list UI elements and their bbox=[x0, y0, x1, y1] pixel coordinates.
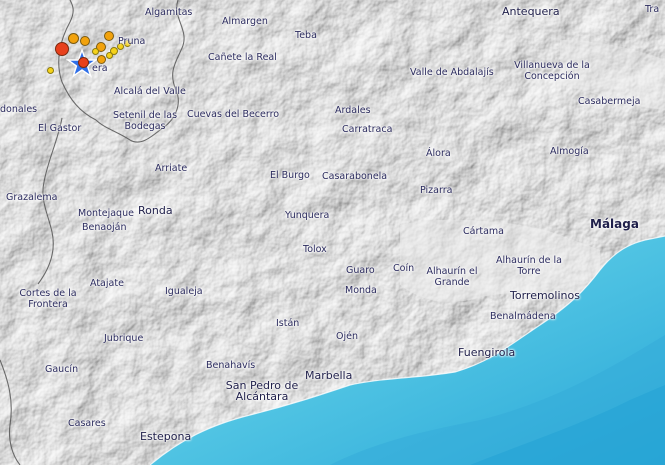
place-label[interactable]: Villanueva de la Concepción bbox=[512, 60, 592, 82]
place-label[interactable]: Igualeja bbox=[165, 286, 203, 297]
place-label[interactable]: Arriate bbox=[155, 163, 187, 174]
place-label[interactable]: Gaucín bbox=[45, 364, 78, 375]
place-label[interactable]: Istán bbox=[276, 318, 299, 329]
place-label[interactable]: Torremolinos bbox=[510, 290, 580, 301]
place-label[interactable]: era bbox=[92, 63, 108, 74]
place-label[interactable]: Alhaurín de la Torre bbox=[493, 255, 565, 277]
place-label[interactable]: Cártama bbox=[463, 226, 504, 237]
quake-marker-medium[interactable] bbox=[104, 31, 114, 41]
place-label[interactable]: Casarabonela bbox=[322, 171, 387, 182]
place-label[interactable]: Tra bbox=[645, 4, 659, 15]
place-label[interactable]: El Gastor bbox=[38, 123, 81, 134]
place-label[interactable]: Pizarra bbox=[420, 185, 452, 196]
quake-marker-small[interactable] bbox=[47, 67, 54, 74]
place-label[interactable]: Guaro bbox=[346, 265, 375, 276]
place-label[interactable]: Setenil de las Bodegas bbox=[112, 110, 178, 132]
quake-marker-small[interactable] bbox=[92, 48, 99, 55]
place-label[interactable]: Alcalá del Valle bbox=[114, 86, 186, 97]
place-label[interactable]: El Burgo bbox=[270, 170, 310, 181]
place-label[interactable]: Málaga bbox=[590, 218, 639, 230]
place-label[interactable]: Montejaque bbox=[78, 208, 134, 219]
place-label[interactable]: Jubrique bbox=[104, 333, 143, 344]
place-label[interactable]: Ronda bbox=[138, 205, 173, 216]
place-label[interactable]: Alhaurín el Grande bbox=[420, 266, 484, 288]
place-label[interactable]: Ojén bbox=[336, 331, 358, 342]
place-label[interactable]: Coín bbox=[393, 263, 414, 274]
place-label[interactable]: Atajate bbox=[90, 278, 124, 289]
place-label[interactable]: Ardales bbox=[335, 105, 371, 116]
place-label[interactable]: Cañete la Real bbox=[208, 52, 277, 63]
place-label[interactable]: Grazalema bbox=[6, 192, 57, 203]
place-label[interactable]: Marbella bbox=[305, 370, 352, 381]
place-label[interactable]: Casares bbox=[68, 418, 106, 429]
quake-marker-medium[interactable] bbox=[68, 33, 79, 44]
place-label[interactable]: donales bbox=[0, 104, 37, 115]
place-label[interactable]: Carratraca bbox=[342, 124, 392, 135]
place-label[interactable]: Almargen bbox=[222, 16, 268, 27]
quake-marker-large[interactable] bbox=[55, 42, 69, 56]
place-label[interactable]: San Pedro de Alcántara bbox=[222, 380, 302, 402]
place-label[interactable]: Valle de Abdalajís bbox=[410, 67, 494, 78]
place-label[interactable]: Benahavís bbox=[206, 360, 255, 371]
place-label[interactable]: Teba bbox=[295, 30, 317, 41]
quake-marker-medium[interactable] bbox=[80, 36, 90, 46]
place-label[interactable]: Antequera bbox=[502, 6, 560, 17]
place-label[interactable]: Tolox bbox=[303, 244, 327, 255]
place-label[interactable]: Cuevas del Becerro bbox=[187, 109, 279, 120]
place-label[interactable]: Casabermeja bbox=[578, 96, 640, 107]
place-label[interactable]: Algamitas bbox=[145, 7, 192, 18]
place-label[interactable]: Estepona bbox=[140, 431, 191, 442]
place-label[interactable]: Monda bbox=[345, 285, 377, 296]
quake-marker-small[interactable] bbox=[106, 52, 113, 59]
place-label[interactable]: Benaoján bbox=[82, 222, 127, 233]
place-label[interactable]: Cortes de la Frontera bbox=[18, 288, 78, 310]
place-label[interactable]: Pruna bbox=[118, 36, 145, 47]
seismic-map[interactable]: Algamitas Almargen Teba Antequera Tra Pr… bbox=[0, 0, 665, 465]
place-label[interactable]: Benalmádena bbox=[490, 311, 556, 322]
place-label[interactable]: Fuengirola bbox=[458, 347, 515, 358]
place-label[interactable]: Yunquera bbox=[285, 210, 329, 221]
place-label[interactable]: Almogía bbox=[550, 146, 589, 157]
quake-marker-large[interactable] bbox=[78, 57, 89, 68]
place-label[interactable]: Álora bbox=[426, 148, 451, 159]
